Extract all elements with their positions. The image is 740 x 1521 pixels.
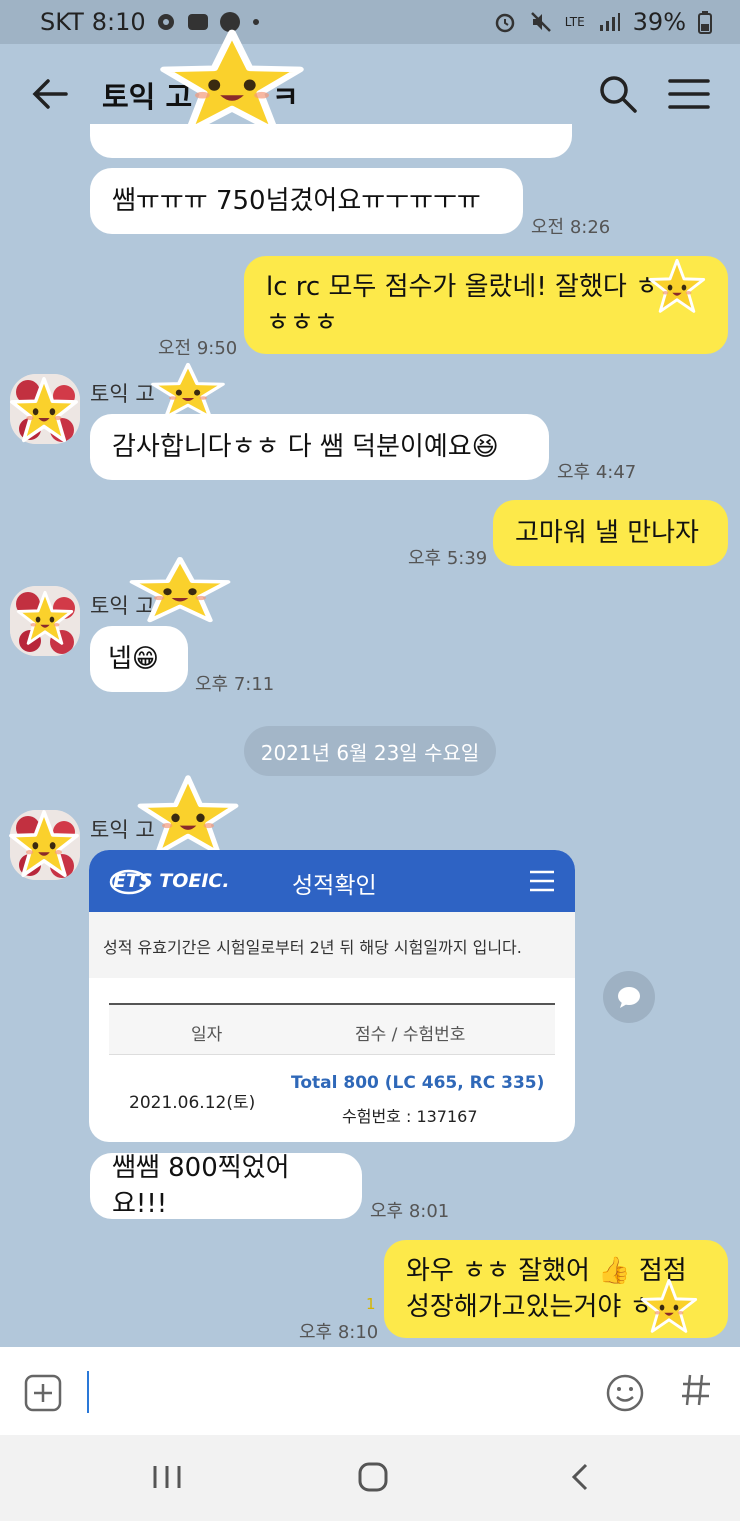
date-divider: 2021년 6월 23일 수요일 (244, 726, 496, 776)
message-bubble-partial (90, 124, 572, 158)
message-time: 오후 4:47 (557, 462, 637, 483)
star-sticker (150, 362, 226, 422)
message-time: 오전 8:26 (531, 217, 611, 238)
ets-toeic-logo: ETS TOEIC. (109, 869, 230, 895)
card-header: ETS TOEIC. 성적확인 (89, 850, 575, 912)
plus-square-icon[interactable] (24, 1374, 62, 1412)
table-header: 일자 점수 / 수험번호 (109, 1005, 555, 1055)
total-score: Total 800 (LC 465, RC 335) (291, 1073, 545, 1093)
card-menu-icon (530, 870, 554, 892)
message-time: 오후 5:39 (408, 548, 488, 569)
recent-apps-icon[interactable] (152, 1464, 182, 1490)
hamburger-menu-icon[interactable] (668, 77, 710, 111)
star-sticker (136, 774, 240, 860)
status-bar: SKT 8:10 LTE 39% (0, 0, 740, 44)
star-sticker (8, 808, 80, 882)
speech-bubble-icon (618, 987, 640, 1008)
home-icon[interactable] (358, 1462, 388, 1492)
card-title: 성적확인 (292, 873, 377, 899)
star-sticker (8, 376, 80, 446)
message-time: 오후 8:10 (299, 1322, 379, 1343)
exam-number: 수험번호 : 137167 (342, 1107, 478, 1126)
column-header-date: 일자 (191, 1025, 223, 1045)
star-sticker (640, 1278, 698, 1336)
message-input-bar (0, 1347, 740, 1435)
star-sticker (128, 556, 232, 626)
sender-name: 토익 고 (90, 382, 155, 406)
smiley-icon[interactable] (605, 1373, 645, 1413)
nav-back-icon[interactable] (570, 1462, 590, 1492)
message-time: 오후 8:01 (370, 1201, 450, 1222)
column-header-score: 점수 / 수험번호 (355, 1025, 466, 1045)
back-arrow-icon[interactable] (30, 72, 70, 116)
alarm-icon (495, 13, 514, 33)
validity-notice: 성적 유효기간은 시험일로부터 2년 뒤 해당 시험일까지 입니다. (89, 912, 575, 978)
message-bubble[interactable]: 쌤쌤 800찍었어요!!! (90, 1153, 362, 1219)
my-message-bubble[interactable]: 고마워 낼 만나자 (493, 500, 728, 566)
search-icon[interactable] (598, 74, 638, 114)
unread-count: 1 (366, 1295, 376, 1313)
star-sticker (648, 258, 706, 316)
exam-date: 2021.06.12(토) (129, 1093, 256, 1113)
hashtag-icon[interactable] (680, 1371, 712, 1409)
carrier: SKT (40, 8, 84, 36)
system-nav-bar (0, 1435, 740, 1521)
message-input[interactable] (87, 1371, 89, 1413)
mute-icon (530, 12, 551, 32)
share-button[interactable] (603, 971, 655, 1023)
toeic-score-card-image[interactable]: ETS TOEIC. 성적확인 성적 유효기간은 시험일로부터 2년 뒤 해당 … (89, 850, 575, 1142)
message-bubble[interactable]: 넵😁 (90, 626, 188, 692)
signal-icon (599, 13, 620, 31)
message-time: 오후 7:11 (195, 674, 275, 695)
battery-icon (698, 11, 712, 34)
network-type: LTE (564, 15, 585, 29)
message-bubble[interactable]: 감사합니다ㅎㅎ 다 쌤 덕분이예요😆 (90, 414, 549, 480)
star-sticker (14, 590, 76, 648)
clock: 8:10 (91, 8, 146, 36)
message-bubble[interactable]: 쌤ㅠㅠㅠ 750넘겼어요ㅠㅜㅠㅜㅠ (90, 168, 523, 234)
battery-percent: 39% (632, 8, 686, 36)
message-time: 오전 9:50 (158, 338, 238, 359)
